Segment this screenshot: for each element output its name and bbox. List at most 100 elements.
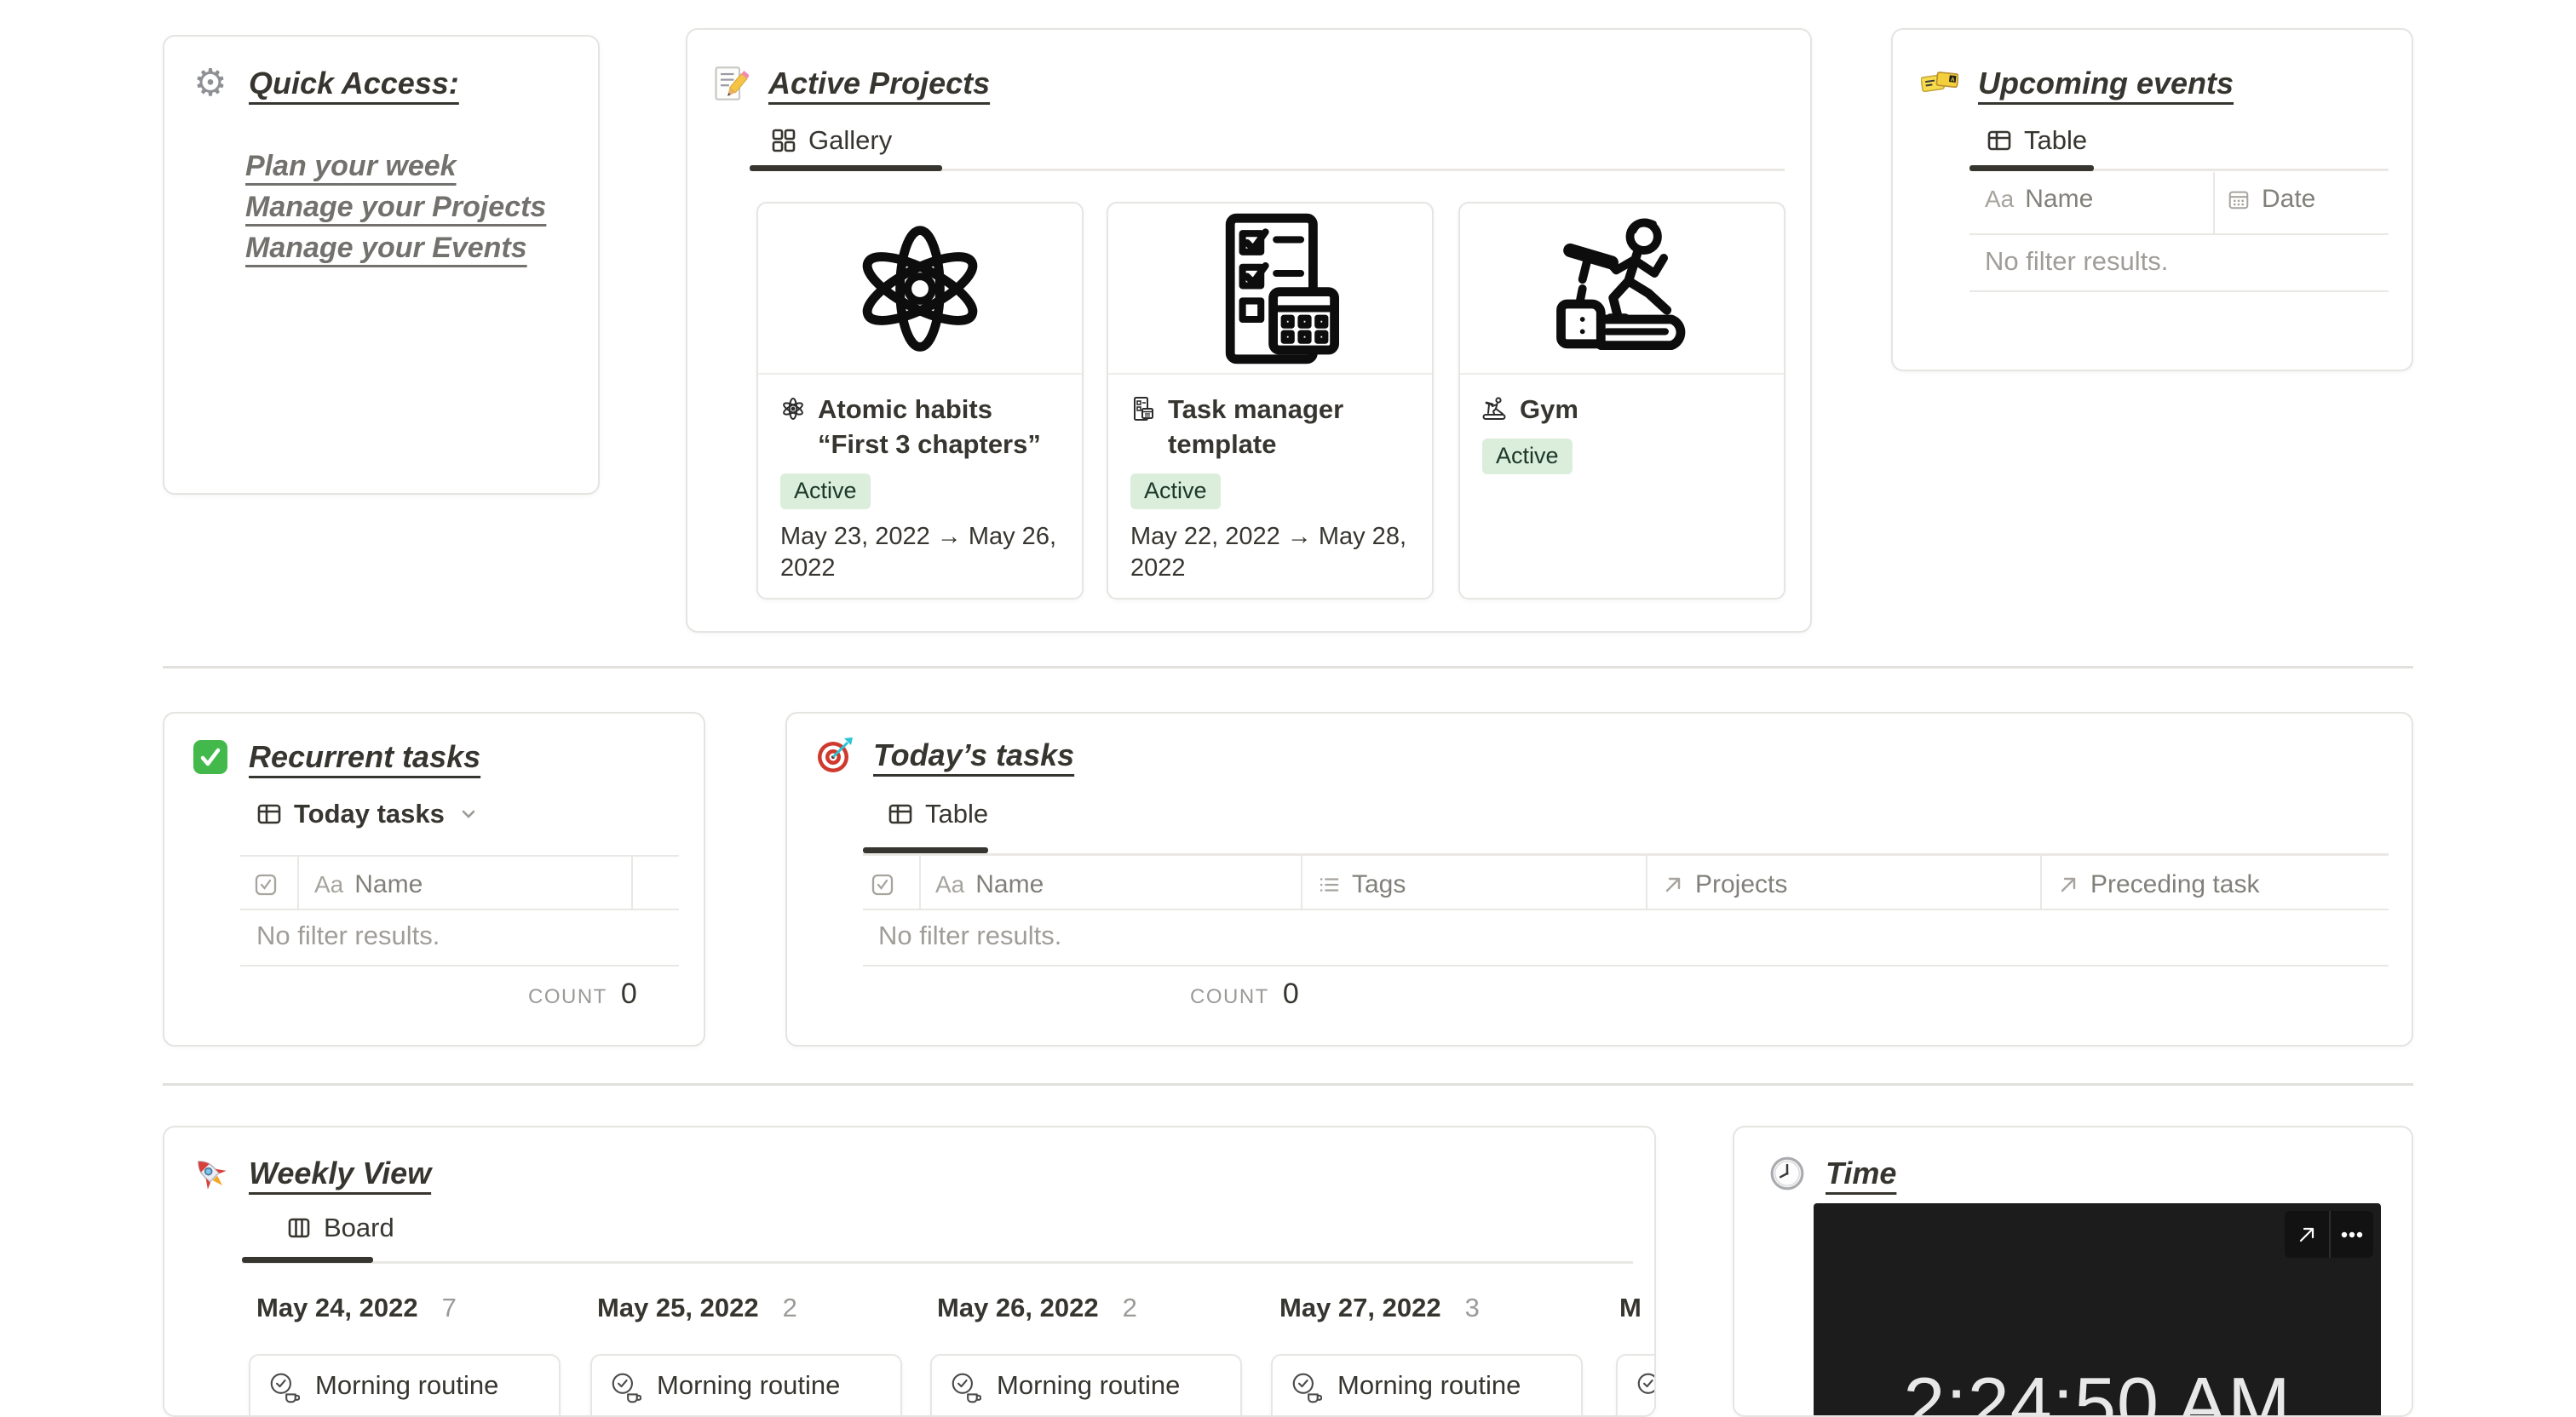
atom-icon [780,396,806,462]
link-manage-your-events[interactable]: Manage your Events [245,232,527,265]
board-icon [286,1215,312,1241]
link-manage-your-projects[interactable]: Manage your Projects [245,191,546,224]
rocket-icon [191,1154,230,1193]
tickets-icon: A [1920,64,1959,103]
calendar-icon [2227,187,2251,211]
project-card-atomic-habits[interactable]: Atomic habits “First 3 chapters” Active … [756,202,1084,600]
clock-cup-icon [1290,1372,1322,1404]
project-card-gym[interactable]: Gym Active [1458,202,1785,600]
column-separator[interactable] [1301,855,1302,909]
project-card-title: Gym [1520,394,1578,424]
view-selector-today-tasks[interactable]: Today tasks [256,799,477,829]
tab-table-label: Table [925,799,989,829]
clock-cup-icon [609,1372,641,1404]
empty-results-text: No filter results. [1985,246,2169,276]
recurrent-tasks-title: Recurrent tasks [249,739,481,774]
open-in-new-button[interactable] [2285,1211,2329,1258]
column-header-tags[interactable]: Tags [1317,858,1406,911]
tab-active-underline [750,165,942,171]
tab-table-label: Table [2024,125,2088,155]
treadmill-icon [1482,396,1508,427]
project-card-title: Task manager template [1168,394,1344,459]
table-row-border [1969,290,2389,292]
empty-results-text: No filter results. [256,921,440,950]
table-row-border [240,965,679,967]
table-icon [256,801,282,827]
todays-tasks-title: Today’s tasks [873,737,1075,772]
board-card-morning-routine[interactable]: Morning routine [1271,1354,1583,1415]
more-options-button[interactable] [2329,1211,2373,1258]
board-card-morning-routine[interactable]: Morning routine [590,1354,902,1415]
divider [163,1083,2413,1086]
tab-table-events[interactable]: Table [1987,125,2087,156]
checklist-calendar-line-art [1108,204,1432,375]
clock-cup-icon [267,1372,300,1404]
clock-icon [1768,1154,1807,1193]
divider [163,666,2413,668]
project-card-title: Atomic habits “First 3 chapters” [818,394,1041,459]
weekly-view-card: Weekly View Board May 24, 2022 7 May 25, … [163,1126,1656,1417]
clock-embed[interactable]: 2:24:50 AM [1814,1203,2381,1417]
status-badge: Active [1482,439,1573,474]
text-property-icon: Aa [314,871,344,898]
link-plan-your-week[interactable]: Plan your week [245,150,457,183]
column-separator[interactable] [631,855,633,909]
board-card-clipped[interactable] [1616,1354,1654,1415]
tab-active-underline [863,847,988,853]
column-header-projects[interactable]: Projects [1662,858,1787,911]
quick-access-card: ⚙ Quick Access: Plan your week Manage yo… [163,35,600,495]
project-date-range: May 22, 2022 → May 28, 2022 [1130,523,1406,582]
status-badge: Active [780,473,871,509]
column-separator[interactable] [2213,172,2215,233]
column-header-name[interactable]: Aa Name [314,858,423,911]
board-column-header[interactable]: May 26, 2022 2 [937,1293,1137,1323]
column-separator[interactable] [297,855,299,909]
board-column-header[interactable]: May 25, 2022 2 [597,1293,797,1323]
column-separator[interactable] [1646,855,1647,909]
gallery-icon [771,128,796,153]
tab-bar-border [242,1261,1633,1264]
column-header-checkbox[interactable] [870,858,895,911]
table-row-border [863,909,2389,910]
column-separator[interactable] [2040,855,2042,909]
board-column-header[interactable]: M [1619,1293,1654,1323]
task-manager-icon [1130,396,1156,462]
board-card-title: Morning routine [997,1370,1181,1400]
count-summary[interactable]: COUNT 0 [528,978,637,1011]
board-card-title: Morning routine [315,1370,499,1400]
list-icon [1317,873,1341,897]
view-selector-label: Today tasks [294,799,445,829]
gear-icon: ⚙ [193,62,227,104]
board-column-header[interactable]: May 24, 2022 7 [256,1293,457,1323]
board-card-morning-routine[interactable]: Morning routine [930,1354,1242,1415]
status-badge: Active [1130,473,1221,509]
tab-gallery[interactable]: Gallery [771,125,892,156]
clock-cup-icon [1635,1372,1654,1404]
column-header-checkbox[interactable] [253,858,279,911]
column-header-name[interactable]: Aa Name [935,858,1044,911]
column-header-name[interactable]: Aa Name [1985,173,2093,226]
relation-arrow-icon [2057,874,2079,896]
column-header-preceding-task[interactable]: Preceding task [2057,858,2259,911]
tab-active-underline [1969,165,2094,171]
board-column-header[interactable]: May 27, 2022 3 [1279,1293,1480,1323]
count-summary[interactable]: COUNT 0 [1190,978,1299,1011]
board-card-morning-routine[interactable]: Morning routine [249,1354,561,1415]
clock-time-display: 2:24:50 AM [1903,1362,2291,1417]
open-in-new-icon [2296,1224,2318,1246]
relation-arrow-icon [1662,874,1684,896]
column-header-date[interactable]: Date [2227,173,2315,226]
tab-table-tasks[interactable]: Table [888,799,988,829]
quick-access-title: Quick Access: [249,66,459,100]
active-projects-title: Active Projects [768,66,991,100]
table-row-border [240,855,679,857]
project-card-task-manager[interactable]: Task manager template Active May 22, 202… [1107,202,1434,600]
time-title: Time [1826,1156,1897,1190]
tab-bar-border [863,853,2389,856]
table-row-border [240,909,679,910]
table-icon [888,801,913,827]
column-separator[interactable] [919,855,921,909]
tab-board[interactable]: Board [286,1213,394,1243]
recurrent-tasks-card: Recurrent tasks Today tasks Aa Name No f… [163,712,705,1047]
tab-active-underline [242,1257,373,1263]
